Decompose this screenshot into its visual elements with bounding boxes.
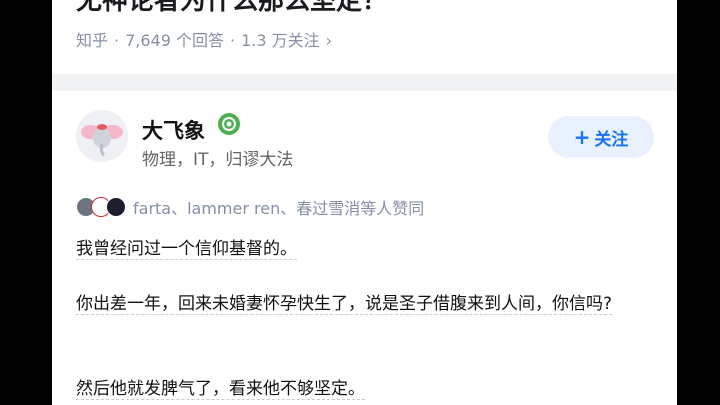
author-name[interactable]: 大飞象 [142,115,205,145]
source-label: 知乎 [76,31,109,50]
paragraph-text: 我曾经问过一个信仰基督的。 [76,239,297,260]
follow-button[interactable]: + 关注 [548,116,654,158]
paragraph-text: 然后他就发脾气了，看来他不够坚定。 [76,379,365,400]
follower-count: 1.3 万关注 [241,31,320,50]
chevron-right-icon: › [325,31,333,50]
author-bio: 物理，IT，归谬大法 [142,150,294,170]
answer-paragraph: 我曾经问过一个信仰基督的。 [76,234,656,265]
voter-avatar [106,197,126,217]
paragraph-text: 你出差一年，回来未婚妻怀孕快生了，说是圣子借腹来到人间，你信吗? [76,294,613,315]
question-header: 无神论者为什么那么坚定？ 知乎 · 7,649 个回答 · 1.3 万关注 › [52,0,677,74]
question-title[interactable]: 无神论者为什么那么坚定？ [76,0,388,17]
zhihu-answer-page: 无神论者为什么那么坚定？ 知乎 · 7,649 个回答 · 1.3 万关注 › 大飞象 物 [52,0,677,405]
voters-row[interactable]: farta、lammer ren、春过雪消等人赞同 [76,195,424,219]
verified-badge-icon [218,113,240,135]
meta-separator: · [114,31,120,50]
answer-card: 大飞象 物理，IT，归谬大法 + 关注 farta、lammer ren、春过雪消… [52,91,677,405]
answer-count: 7,649 个回答 [125,31,225,50]
question-meta[interactable]: 知乎 · 7,649 个回答 · 1.3 万关注 › [76,27,332,51]
author-avatar[interactable] [76,110,128,162]
elephant-avatar-icon [76,110,128,162]
meta-separator: · [230,31,236,50]
voters-text: farta、lammer ren、春过雪消等人赞同 [133,199,425,218]
answer-paragraph: 你出差一年，回来未婚妻怀孕快生了，说是圣子借腹来到人间，你信吗? [76,289,656,320]
answer-paragraph: 然后他就发脾气了，看来他不够坚定。 [76,374,656,405]
follow-label: 关注 [594,129,629,150]
plus-icon: + [573,125,591,149]
